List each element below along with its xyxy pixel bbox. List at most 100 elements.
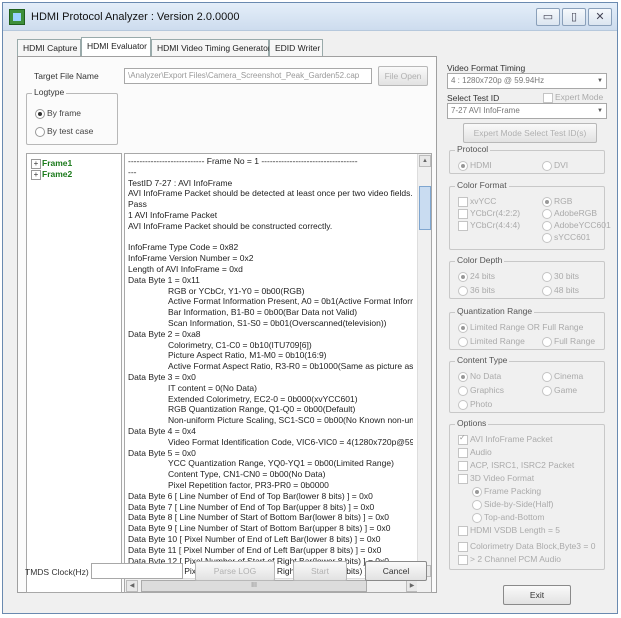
scroll-left-arrow-icon[interactable]: ◀ bbox=[126, 580, 138, 592]
log-line: Data Byte 2 = 0xa8 bbox=[128, 328, 201, 339]
depth-30-radio[interactable]: 30 bits bbox=[542, 271, 579, 282]
logtype-by-test-case-radio[interactable]: By test case bbox=[35, 126, 93, 137]
video-format-timing-select[interactable]: 4 : 1280x720p @ 59.94Hz ▼ bbox=[447, 73, 607, 89]
minimize-button[interactable]: ▭ bbox=[536, 8, 560, 26]
chevron-down-icon: ▼ bbox=[597, 78, 603, 84]
quantization-range-title: Quantization Range bbox=[455, 306, 535, 316]
option-audio-checkbox[interactable]: Audio bbox=[458, 447, 492, 458]
frame-packing-radio[interactable]: Frame Packing bbox=[472, 486, 541, 497]
protocol-dvi-radio[interactable]: DVI bbox=[542, 160, 568, 171]
log-line: Data Byte 4 = 0x4 bbox=[128, 426, 196, 436]
log-line: RGB or YCbCr, Y1-Y0 = 0b00(RGB) bbox=[168, 285, 305, 296]
cancel-button[interactable]: Cancel bbox=[365, 561, 427, 581]
quant-full-radio[interactable]: Full Range bbox=[542, 336, 595, 347]
logtype-title: Logtype bbox=[32, 87, 67, 97]
depth-48-radio[interactable]: 48 bits bbox=[542, 285, 579, 296]
exit-button[interactable]: Exit bbox=[503, 585, 571, 605]
quant-limited-or-full-radio[interactable]: Limited Range OR Full Range bbox=[458, 322, 583, 333]
depth-36-radio[interactable]: 36 bits bbox=[458, 285, 495, 296]
log-line: --- bbox=[128, 166, 137, 177]
title-bar: HDMI Protocol Analyzer : Version 2.0.000… bbox=[3, 3, 617, 31]
content-graphics-radio[interactable]: Graphics bbox=[458, 385, 504, 396]
expert-mode-select-button[interactable]: Expert Mode Select Test ID(s) bbox=[463, 123, 597, 143]
parse-log-button[interactable]: Parse LOG bbox=[195, 561, 275, 581]
sycc601-radio[interactable]: sYCC601 bbox=[542, 232, 590, 243]
xvycc-checkbox[interactable]: xvYCC bbox=[458, 196, 496, 207]
log-line: 1 AVI InfoFrame Packet bbox=[128, 210, 218, 220]
tab-hdmi-video-timing-generator[interactable]: HDMI Video Timing Generator bbox=[151, 39, 271, 57]
file-open-button[interactable]: File Open bbox=[378, 66, 428, 86]
top-and-bottom-radio[interactable]: Top-and-Bottom bbox=[472, 512, 544, 523]
content-photo-radio[interactable]: Photo bbox=[458, 399, 492, 410]
log-line: Active Format Aspect Ratio, R3-R0 = 0b10… bbox=[168, 361, 413, 372]
app-window: HDMI Protocol Analyzer : Version 2.0.000… bbox=[2, 2, 618, 614]
log-line: Data Byte 9 [ Line Number of Start of Bo… bbox=[128, 523, 391, 534]
log-line: Colorimetry, C1-C0 = 0b10(ITU709[6]) bbox=[168, 339, 312, 350]
video-format-timing-label: Video Format Timing bbox=[447, 63, 526, 73]
tab-hdmi-capture[interactable]: HDMI Capture bbox=[17, 39, 81, 57]
content-type-title: Content Type bbox=[455, 355, 510, 365]
protocol-group: Protocol HDMI DVI bbox=[449, 144, 605, 174]
log-line: Content Type, CN1-CN0 = 0b00(No Data) bbox=[168, 469, 326, 480]
log-vertical-scrollbar[interactable]: ▲ ▼ bbox=[417, 154, 431, 578]
content-no-data-radio[interactable]: No Data bbox=[458, 371, 501, 382]
start-button[interactable]: Start bbox=[293, 561, 347, 581]
target-file-input[interactable]: \Analyzer\Export Files\Camera_Screenshot… bbox=[124, 68, 372, 84]
option-colorimetry-checkbox[interactable]: Colorimetry Data Block,Byte3 = 0 bbox=[458, 541, 595, 552]
log-line: AVI InfoFrame Packet should be construct… bbox=[128, 220, 333, 231]
quant-limited-radio[interactable]: Limited Range bbox=[458, 336, 525, 347]
evaluator-panel: Target File Name \Analyzer\Export Files\… bbox=[17, 56, 437, 593]
window-title: HDMI Protocol Analyzer : Version 2.0.000… bbox=[31, 11, 240, 23]
tree-item-frame2[interactable]: Frame2 bbox=[31, 169, 72, 180]
log-line: Data Byte 7 [ Line Number of End of Top … bbox=[128, 501, 375, 512]
options-title: Options bbox=[455, 418, 489, 428]
content-game-radio[interactable]: Game bbox=[542, 385, 577, 396]
adobergb-radio[interactable]: AdobeRGB bbox=[542, 208, 597, 219]
expert-mode-checkbox[interactable]: Expert Mode bbox=[543, 92, 603, 103]
test-id-select[interactable]: 7-27 AVI InfoFrame ▼ bbox=[447, 103, 607, 119]
log-line: Length of AVI InfoFrame = 0xd bbox=[128, 264, 243, 274]
target-file-label: Target File Name bbox=[34, 71, 99, 81]
side-by-side-radio[interactable]: Side-by-Side(Half) bbox=[472, 499, 553, 510]
log-line: Data Byte 1 = 0x11 bbox=[128, 274, 200, 285]
protocol-hdmi-radio[interactable]: HDMI bbox=[458, 160, 492, 171]
option-avi-infoframe-checkbox[interactable]: AVI InfoFrame Packet bbox=[458, 433, 553, 445]
option-acp-isrc-checkbox[interactable]: ACP, ISRC1, ISRC2 Packet bbox=[458, 460, 574, 471]
adobeycc601-radio[interactable]: AdobeYCC601 bbox=[542, 220, 611, 231]
log-text: --------------------------- Frame No = 1… bbox=[128, 156, 413, 576]
log-line: Non-uniform Picture Scaling, SC1-SC0 = 0… bbox=[168, 415, 413, 426]
logtype-by-frame-radio[interactable]: By frame bbox=[35, 108, 81, 119]
ycbcr444-checkbox[interactable]: YCbCr(4:4:4) bbox=[458, 220, 520, 231]
log-line: Data Byte 8 [ Line Number of Start of Bo… bbox=[128, 512, 390, 523]
ycbcr422-checkbox[interactable]: YCbCr(4:2:2) bbox=[458, 208, 520, 219]
scroll-up-arrow-icon[interactable]: ▲ bbox=[419, 155, 431, 167]
option-pcm-audio-checkbox[interactable]: > 2 Channel PCM Audio bbox=[458, 554, 561, 565]
log-line: YCC Quantization Range, YQ0-YQ1 = 0b00(L… bbox=[168, 458, 394, 469]
depth-24-radio[interactable]: 24 bits bbox=[458, 271, 495, 282]
tab-hdmi-evaluator[interactable]: HDMI Evaluator bbox=[81, 37, 151, 57]
rgb-radio[interactable]: RGB bbox=[542, 196, 572, 207]
log-line: Data Byte 5 = 0x0 bbox=[128, 447, 196, 458]
vertical-scroll-thumb[interactable] bbox=[419, 186, 431, 230]
tree-item-frame1[interactable]: Frame1 bbox=[31, 158, 72, 169]
protocol-title: Protocol bbox=[455, 144, 491, 154]
log-line: --------------------------- Frame No = 1… bbox=[128, 156, 358, 166]
tab-edid-writer[interactable]: EDID Writer bbox=[269, 39, 323, 57]
horizontal-scroll-thumb[interactable]: III bbox=[141, 580, 367, 592]
log-line: Video Format Identification Code, VIC6-V… bbox=[168, 436, 413, 447]
log-line: Pixel Repetition factor, PR3-PR0 = 0b000… bbox=[168, 480, 329, 490]
maximize-button[interactable]: ▯ bbox=[562, 8, 586, 26]
content-type-group: Content Type No Data Cinema Graphics Gam… bbox=[449, 355, 605, 413]
close-button[interactable]: ✕ bbox=[588, 8, 612, 26]
tmds-clock-label: TMDS Clock(Hz) bbox=[25, 567, 89, 577]
content-cinema-radio[interactable]: Cinema bbox=[542, 371, 583, 382]
option-3d-video-format-checkbox[interactable]: 3D Video Format bbox=[458, 473, 534, 484]
log-line: Data Byte 6 [ Line Number of End of Top … bbox=[128, 490, 373, 501]
log-line: Bar Information, B1-B0 = 0b00(Bar Data n… bbox=[168, 307, 358, 318]
evaluation-log[interactable]: --------------------------- Frame No = 1… bbox=[124, 153, 432, 593]
log-line: Picture Aspect Ratio, M1-M0 = 0b10(16:9) bbox=[168, 350, 327, 361]
log-line: TestID 7-27 : AVI InfoFrame bbox=[128, 177, 233, 188]
tmds-clock-input[interactable] bbox=[91, 563, 183, 579]
option-hdmi-vsdb-checkbox[interactable]: HDMI VSDB Length = 5 bbox=[458, 525, 560, 536]
select-test-id-label: Select Test ID bbox=[447, 93, 500, 103]
